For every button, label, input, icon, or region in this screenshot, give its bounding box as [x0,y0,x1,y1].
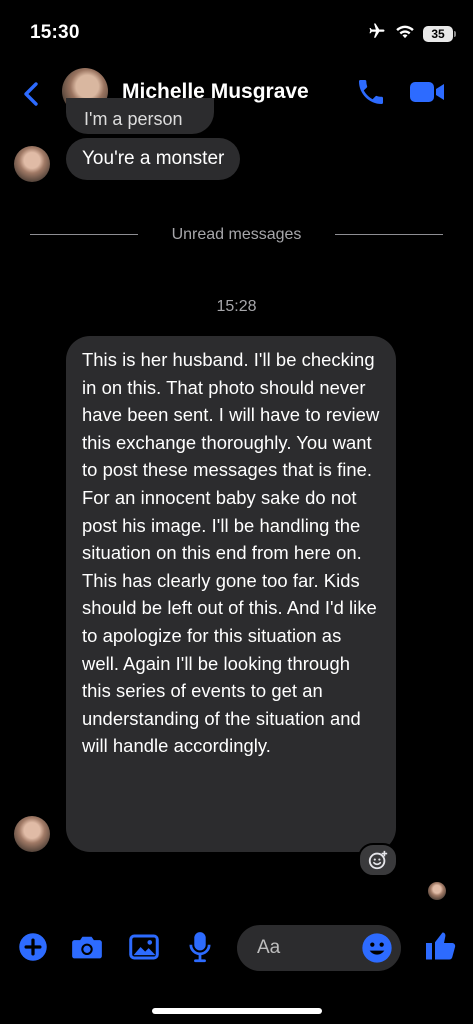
message-bubble-partial[interactable]: I'm a person [66,98,214,134]
home-indicator [152,1008,322,1014]
gallery-button[interactable] [127,930,161,964]
status-time: 15:30 [30,22,80,43]
sender-avatar[interactable] [14,146,50,182]
wifi-icon [395,23,415,44]
status-icons: 35 [367,22,456,45]
gallery-icon [129,934,159,960]
battery-icon: 35 [423,25,456,42]
message-timestamp: 15:28 [216,298,257,315]
mic-icon [189,932,211,963]
plus-icon [19,933,47,961]
call-button[interactable] [355,76,391,110]
add-reaction-icon [368,850,388,870]
camera-icon [72,936,102,959]
seen-receipt-avatar [428,882,446,900]
message-bubble[interactable]: You're a monster [66,138,241,180]
thumbs-up-icon [426,932,456,960]
phone-icon [359,80,383,104]
voice-clip-button[interactable] [183,930,217,964]
like-button[interactable] [423,928,459,964]
message-composer[interactable] [237,925,401,971]
back-icon [24,82,38,106]
sender-avatar[interactable] [14,816,50,852]
message-bubble-long[interactable]: This is her husband. I'll be checking in… [66,336,396,852]
emoji-icon [362,933,392,963]
camera-button[interactable] [70,930,104,964]
unread-divider-label: Unread messages [171,226,302,243]
video-icon [410,82,444,102]
message-text: I'm a person [84,109,183,129]
more-actions-button[interactable] [16,930,50,964]
emoji-button[interactable] [361,932,393,964]
video-call-button[interactable] [408,76,448,110]
message-text: This is her husband. I'll be checking in… [82,349,380,757]
airplane-icon [367,22,387,45]
divider-line [335,234,443,235]
back-button[interactable] [14,76,50,112]
message-input[interactable] [257,937,357,959]
add-reaction-button[interactable] [358,843,398,877]
